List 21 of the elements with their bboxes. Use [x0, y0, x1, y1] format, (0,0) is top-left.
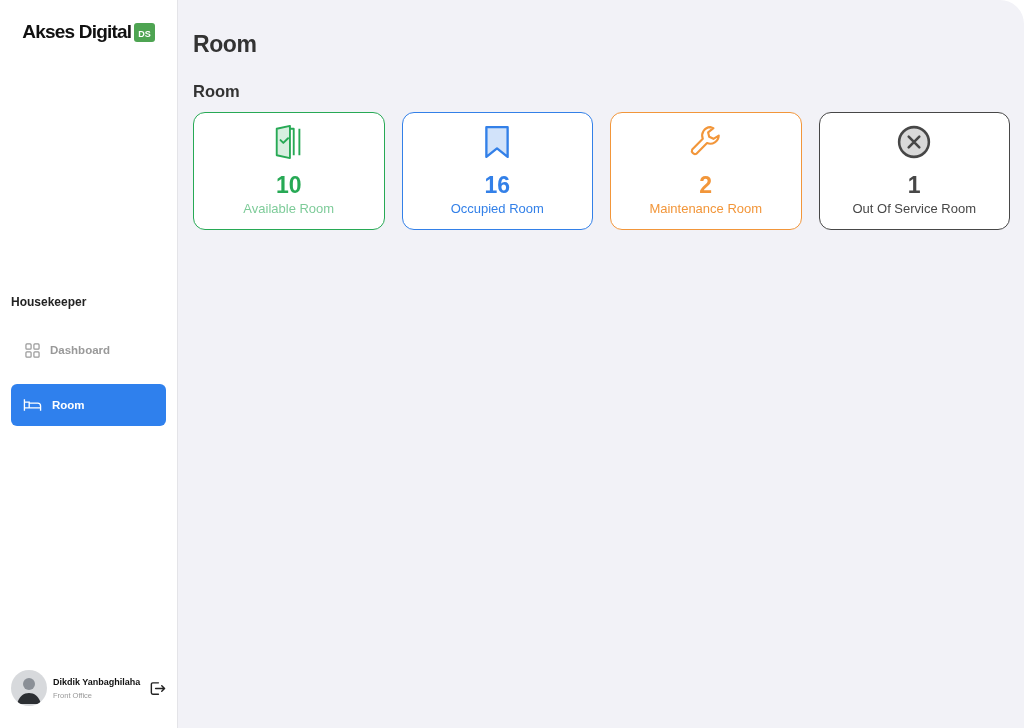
room-count: 16: [484, 172, 511, 199]
sidebar-section-title: Housekeeper: [11, 295, 88, 309]
user-name: Dikdik Yanbaghilaha: [53, 676, 142, 687]
grid-icon: [25, 342, 40, 358]
room-count: 10: [275, 172, 302, 199]
logout-button[interactable]: [149, 679, 166, 697]
room-count: 1: [907, 172, 921, 199]
bed-icon: [23, 398, 42, 412]
brand-badge: DS: [134, 22, 155, 42]
room-status-label: Out Of Service Room: [852, 201, 976, 216]
room-status-label: Occupied Room: [450, 201, 544, 216]
page-title: Room: [193, 31, 258, 58]
room-status-label: Available Room: [243, 201, 335, 216]
avatar: [11, 670, 47, 706]
room-count: 2: [699, 172, 713, 199]
section-title: Room: [193, 82, 241, 101]
sidebar-item[interactable]: Dashboard: [11, 329, 166, 371]
room-status-label: Maintenance Room: [649, 201, 763, 216]
sidebar-item[interactable]: Room: [11, 384, 166, 426]
brand-logo-text: Akses Digital: [22, 21, 132, 43]
close-circle-icon: [897, 125, 932, 159]
